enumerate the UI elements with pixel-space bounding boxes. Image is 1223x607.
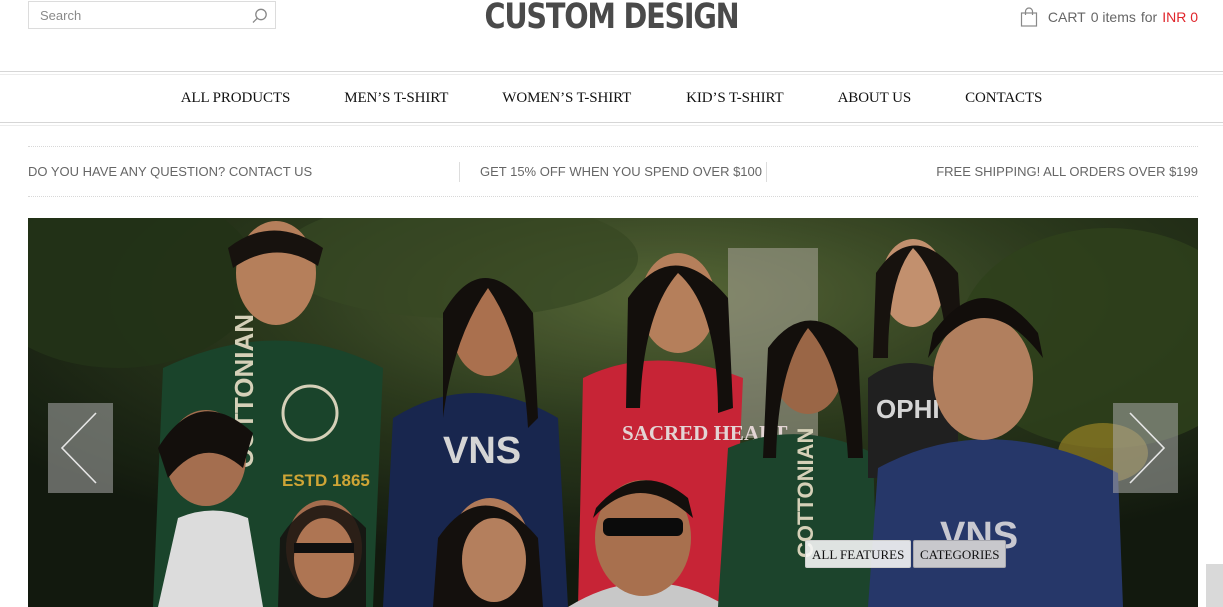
nav-item-all-products[interactable]: ALL PRODUCTS [181, 90, 291, 107]
cart-item-count: 0 items [1090, 9, 1136, 25]
promo-free-shipping: FREE SHIPPING! ALL ORDERS OVER $199 [936, 164, 1198, 179]
nav-item-contacts[interactable]: CONTACTS [965, 90, 1042, 107]
search-input[interactable] [29, 2, 255, 28]
cart-for-label: for [1140, 9, 1158, 25]
site-logo[interactable]: CUSTOM DESIGN [454, 0, 768, 39]
nav-item-kids-tshirt[interactable]: KID’S T-SHIRT [686, 90, 784, 107]
search-box[interactable] [28, 1, 276, 29]
shopping-bag-icon [1020, 7, 1037, 27]
promo-separator [459, 162, 460, 182]
chevron-left-icon [60, 412, 97, 484]
nav-item-about-us[interactable]: ABOUT US [838, 90, 912, 107]
nav-item-womens-tshirt[interactable]: WOMEN’S T-SHIRT [502, 90, 631, 107]
nav-divider-bottom-inner [0, 125, 1223, 126]
nav-divider-top [0, 71, 1223, 72]
cart-link[interactable]: CART 0 items for INR 0 [1020, 6, 1198, 28]
nav-divider-top-inner [0, 74, 1223, 75]
slider-next-button[interactable] [1113, 403, 1178, 493]
cart-label: CART [1047, 9, 1086, 25]
all-features-button[interactable]: ALL FEATURES [805, 540, 912, 568]
slider-prev-button[interactable] [48, 403, 113, 493]
promo-separator [766, 162, 767, 182]
scroll-to-top-handle[interactable] [1206, 564, 1223, 607]
promo-divider-bottom [28, 196, 1198, 197]
search-icon[interactable] [251, 7, 269, 25]
promo-discount: GET 15% OFF WHEN YOU SPEND OVER $100 [480, 164, 762, 179]
promo-divider-top [28, 146, 1198, 147]
main-nav: ALL PRODUCTS MEN’S T-SHIRT WOMEN’S T-SHI… [0, 76, 1223, 120]
promo-contact-us[interactable]: DO YOU HAVE ANY QUESTION? CONTACT US [28, 164, 312, 179]
chevron-right-icon [1129, 412, 1166, 484]
cart-total: INR 0 [1162, 9, 1198, 25]
categories-button[interactable]: CATEGORIES [913, 540, 1007, 568]
hero-slider[interactable]: COTTONIAN ESTD 1865 VNS SACRED HEART COT… [28, 218, 1198, 607]
hero-image: COTTONIAN ESTD 1865 VNS SACRED HEART COT… [28, 218, 1198, 607]
nav-item-mens-tshirt[interactable]: MEN’S T-SHIRT [344, 90, 448, 107]
nav-divider-bottom [0, 122, 1223, 123]
